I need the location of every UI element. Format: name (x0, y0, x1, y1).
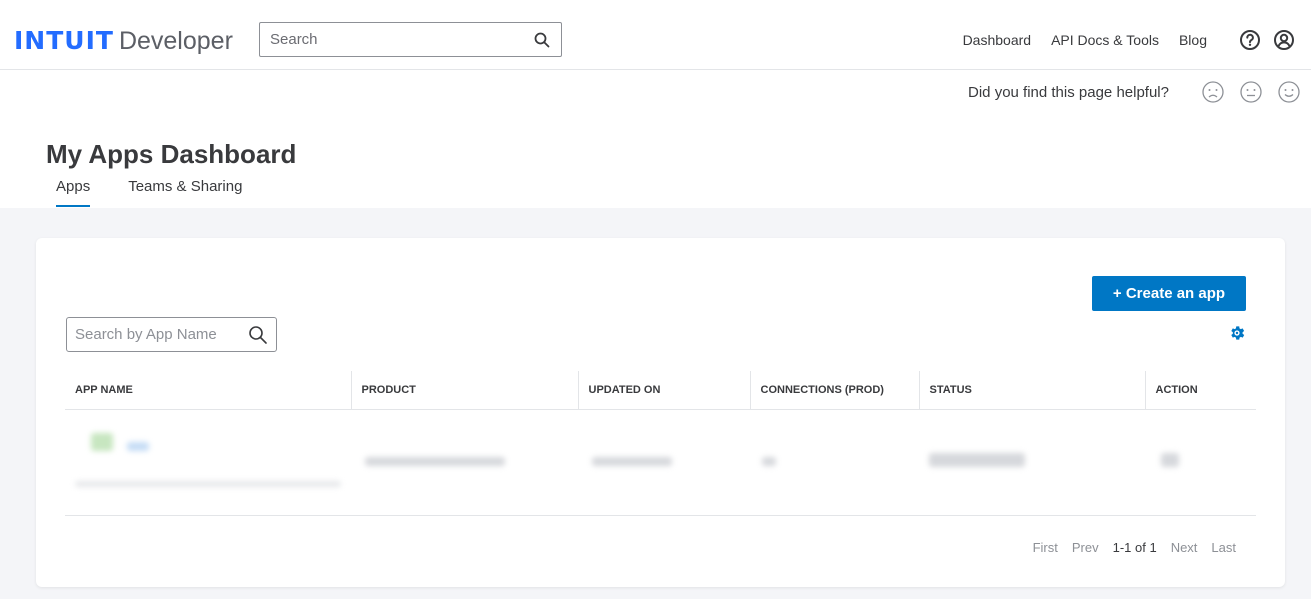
feedback-question: Did you find this page helpful? (968, 83, 1169, 101)
page-title: My Apps Dashboard (46, 139, 297, 169)
table-row[interactable] (65, 409, 1256, 516)
pager-range: 1-1 of 1 (1112, 540, 1157, 555)
global-search (259, 22, 562, 57)
pager-first[interactable]: First (1033, 540, 1058, 555)
nav-blog[interactable]: Blog (1179, 32, 1207, 48)
search-icon[interactable] (533, 31, 551, 49)
pagination: First Prev 1-1 of 1 Next Last (1019, 540, 1236, 555)
user-account-icon[interactable] (1273, 29, 1295, 51)
neutral-face-icon[interactable] (1239, 80, 1263, 104)
status-redacted (929, 452, 1025, 467)
pager-last[interactable]: Last (1211, 540, 1236, 555)
top-header: INTUIT Developer Dashboard API Docs & To… (0, 0, 1311, 70)
product-redacted (365, 457, 505, 466)
action-cell[interactable] (1145, 409, 1256, 516)
happy-face-icon[interactable] (1277, 80, 1301, 104)
search-icon[interactable] (248, 325, 268, 345)
top-nav: Dashboard API Docs & Tools Blog (963, 29, 1295, 51)
app-name-redacted (127, 441, 150, 451)
create-app-button[interactable]: + Create an app (1092, 276, 1246, 311)
column-app-name[interactable]: APP NAME (65, 371, 351, 410)
dashboard-tabs: Apps Teams & Sharing (56, 178, 280, 207)
column-updated-on[interactable]: UPDATED ON (577, 371, 750, 410)
logo-mark: INTUIT (14, 26, 114, 55)
gear-icon[interactable] (1228, 324, 1246, 342)
status-cell (919, 409, 1145, 516)
connections-redacted (762, 457, 776, 466)
updated-on-redacted (592, 457, 672, 466)
page-feedback: Did you find this page helpful? (968, 80, 1301, 104)
app-icon-redacted (91, 432, 113, 451)
connections-cell (750, 409, 919, 516)
intuit-developer-logo[interactable]: INTUIT Developer (14, 26, 233, 56)
help-icon[interactable] (1239, 29, 1261, 51)
nav-dashboard[interactable]: Dashboard (963, 32, 1032, 48)
product-cell (351, 409, 578, 516)
column-action[interactable]: ACTION (1144, 371, 1256, 410)
app-id-redacted (75, 480, 341, 487)
tab-apps[interactable]: Apps (56, 178, 91, 207)
action-menu-redacted[interactable] (1161, 452, 1179, 467)
logo-text: Developer (118, 27, 233, 55)
pager-next[interactable]: Next (1171, 540, 1198, 555)
column-connections-prod[interactable]: CONNECTIONS (PROD) (749, 371, 919, 410)
sad-face-icon[interactable] (1201, 80, 1225, 104)
global-search-input[interactable] (270, 31, 533, 48)
nav-api-docs-tools[interactable]: API Docs & Tools (1051, 32, 1159, 48)
updated-on-cell (578, 409, 750, 516)
column-product[interactable]: PRODUCT (350, 371, 578, 410)
app-name-search-input[interactable] (75, 326, 248, 343)
table-header-row: APP NAME PRODUCT UPDATED ON CONNECTIONS … (65, 371, 1256, 410)
app-name-cell[interactable] (65, 409, 351, 516)
app-name-search (66, 317, 277, 352)
tab-teams-sharing[interactable]: Teams & Sharing (128, 178, 242, 207)
apps-table: APP NAME PRODUCT UPDATED ON CONNECTIONS … (65, 371, 1256, 516)
apps-card: + Create an app APP NAME PRODUCT UPDATED… (36, 238, 1285, 587)
column-status[interactable]: STATUS (918, 371, 1145, 410)
pager-prev[interactable]: Prev (1072, 540, 1099, 555)
